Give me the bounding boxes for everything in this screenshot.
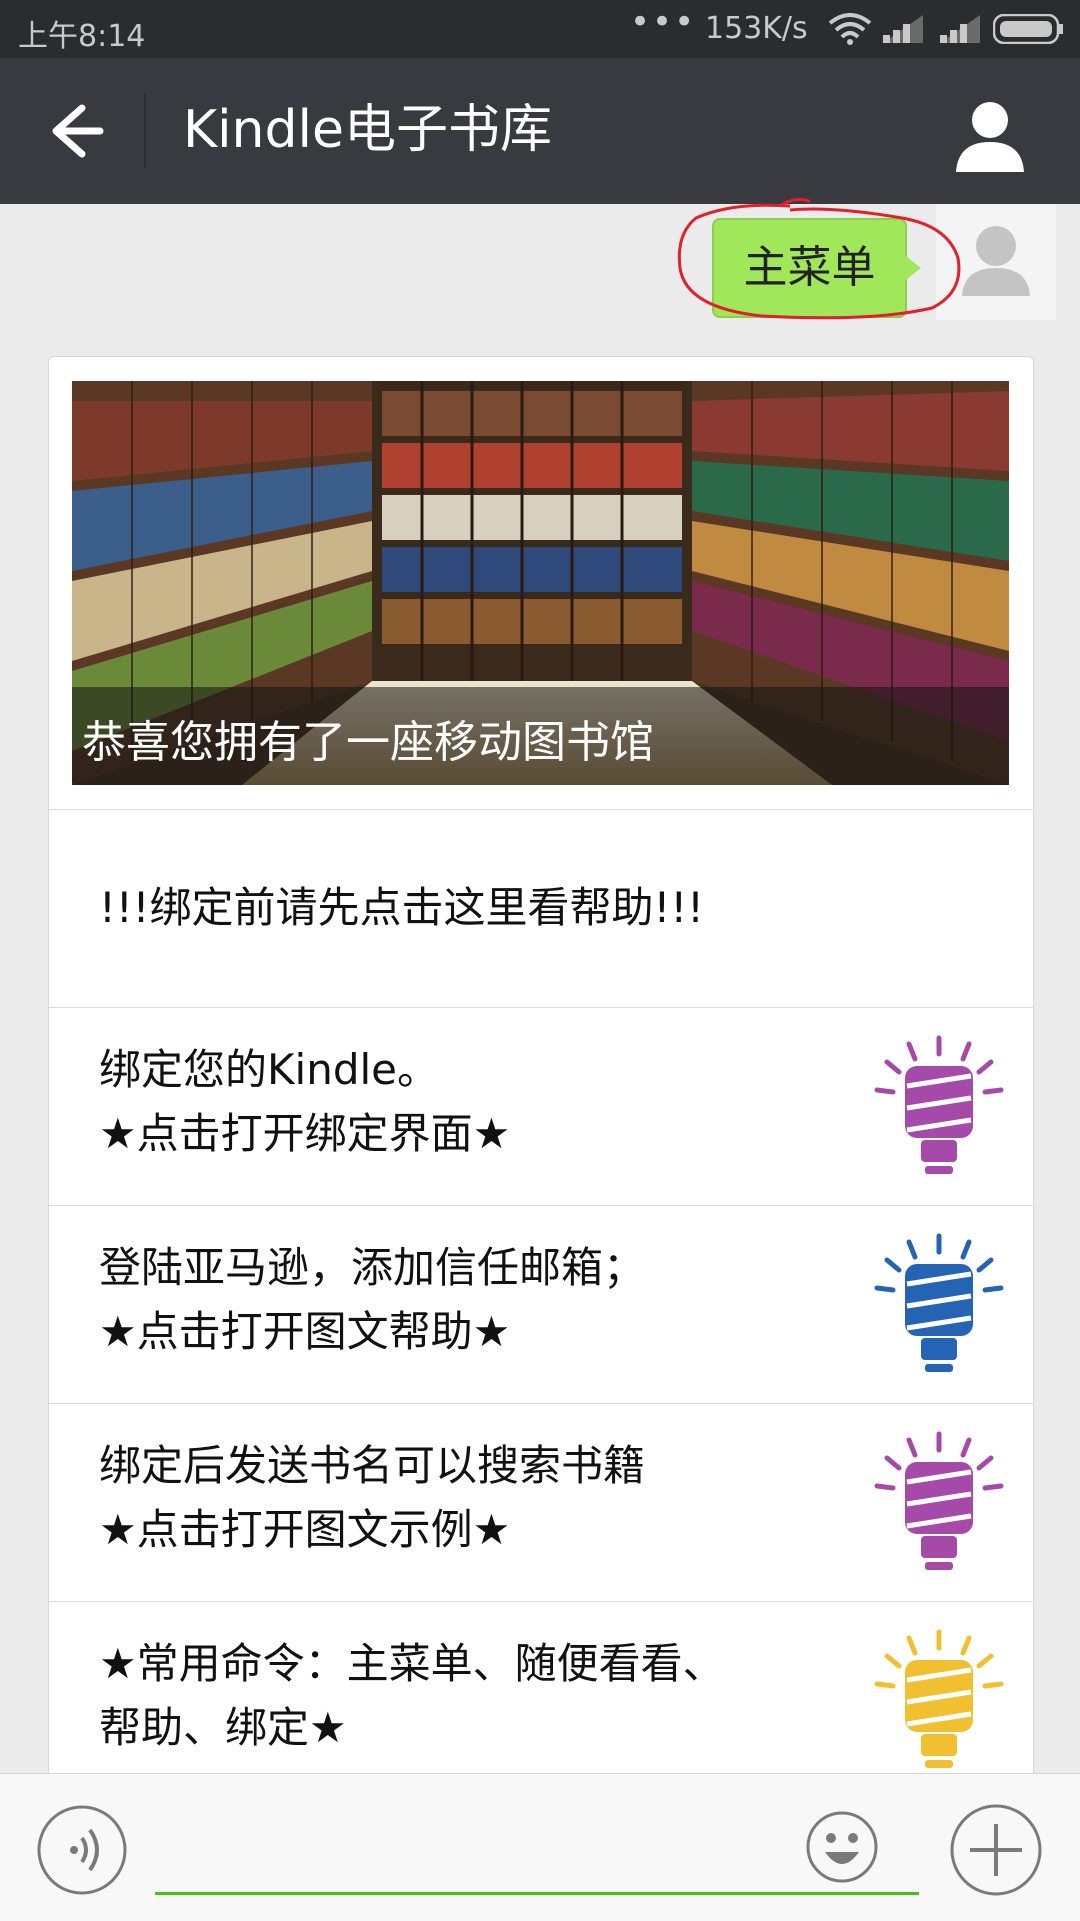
status-bar: 上午8:14 ••• 153K/s [0, 0, 1080, 58]
voice-icon [37, 1805, 127, 1895]
news-card: 恭喜您拥有了一座移动图书馆 !!!绑定前请先点击这里看帮助!!! 绑定您的Kin… [48, 356, 1034, 1778]
bulb-icon [874, 1431, 1004, 1570]
status-more-dots: ••• [630, 2, 697, 42]
signal-icon [940, 15, 980, 51]
page-title: Kindle电子书库 [183, 100, 552, 160]
arrow-left-icon [52, 104, 104, 158]
title-divider [144, 94, 146, 168]
smiley-icon [806, 1811, 878, 1883]
highlight-circle [677, 197, 961, 320]
list-item-text: 登陆亚马逊，添加信任邮箱； ★点击打开图文帮助★ [99, 1243, 646, 1356]
chat-input-bar [0, 1773, 1080, 1921]
back-button[interactable] [30, 88, 120, 174]
title-bar: Kindle电子书库 [0, 58, 1080, 204]
signal-icon [883, 15, 923, 51]
list-item-search-books[interactable]: 绑定后发送书名可以搜索书籍 ★点击打开图文示例★ [49, 1403, 1033, 1601]
person-icon [956, 102, 1024, 172]
wifi-icon [828, 13, 872, 53]
profile-button[interactable] [950, 98, 1030, 176]
list-item-commands[interactable]: ★常用命令：主菜单、随便看看、 帮助、绑定★ [49, 1601, 1033, 1777]
list-item-text: ★常用命令：主菜单、随便看看、 帮助、绑定★ [99, 1639, 725, 1752]
voice-button[interactable] [36, 1804, 128, 1896]
hero-caption: 恭喜您拥有了一座移动图书馆 [82, 717, 654, 768]
status-time: 上午8:14 [18, 19, 146, 54]
bulb-icon [874, 1629, 1004, 1768]
list-item-amazon-login[interactable]: 登陆亚马逊，添加信任邮箱； ★点击打开图文帮助★ [49, 1205, 1033, 1403]
bulb-icon [874, 1233, 1004, 1372]
battery-icon [992, 13, 1065, 52]
bulb-icon [874, 1035, 1004, 1174]
list-item-text: 绑定您的Kindle。 ★点击打开绑定界面★ [99, 1045, 511, 1158]
status-network-speed: 153K/s [705, 11, 808, 46]
list-item-help[interactable]: !!!绑定前请先点击这里看帮助!!! [49, 809, 1033, 1007]
list-item-bind-kindle[interactable]: 绑定您的Kindle。 ★点击打开绑定界面★ [49, 1007, 1033, 1205]
plus-icon [950, 1804, 1042, 1896]
hero-banner[interactable]: 恭喜您拥有了一座移动图书馆 [72, 381, 1009, 785]
list-item-text: !!!绑定前请先点击这里看帮助!!! [99, 883, 705, 932]
emoji-button[interactable] [805, 1810, 879, 1884]
list-item-text: 绑定后发送书名可以搜索书籍 ★点击打开图文示例★ [99, 1441, 646, 1554]
more-button[interactable] [948, 1802, 1044, 1898]
